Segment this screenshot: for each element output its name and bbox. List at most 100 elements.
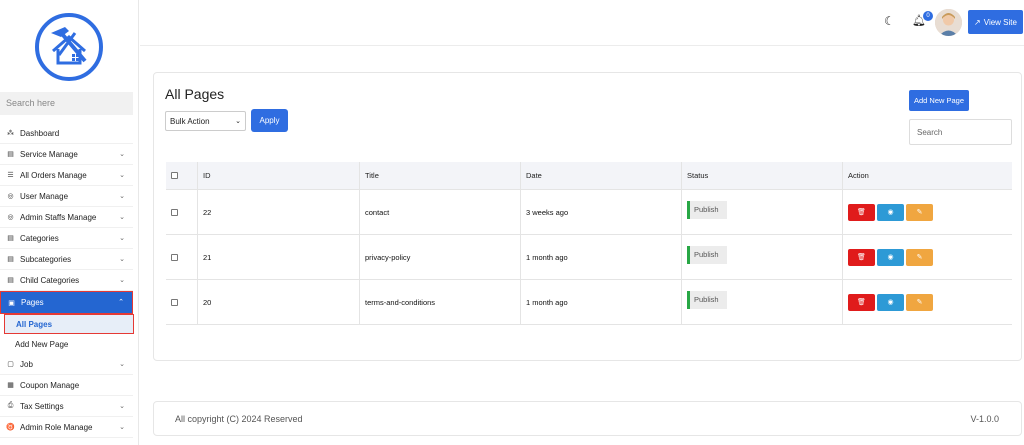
table-icon: ▤ [7,277,14,284]
dark-mode-toggle-icon[interactable]: ☾ [884,14,895,28]
eye-icon: ◉ [887,209,894,216]
row-checkbox[interactable] [171,208,178,216]
apply-button[interactable]: Apply [251,109,288,132]
pages-table: ID Title Date Status Action 22 contact 3… [166,162,1012,325]
sidebar-item-dashboard[interactable]: ⁂ Dashboard [0,123,133,144]
cell-actions: 🗑︎ ◉ ✎ [843,280,1012,324]
view-site-button[interactable]: ↗ View Site [968,10,1023,34]
sidebar-search-input[interactable]: Search here [0,92,133,115]
cell-id: 21 [198,235,360,279]
search-input[interactable]: Search [909,119,1012,145]
page-icon: ▣ [8,299,15,307]
view-site-label: View Site [983,17,1017,27]
cell-title: terms-and-conditions [360,280,521,324]
eye-icon: ◉ [887,254,894,261]
edit-button[interactable]: ✎ [906,248,933,266]
row-select-cell [166,190,198,234]
sidebar-item-label: Categories [20,233,59,243]
chevron-down-icon: ⌄ [119,361,125,368]
cell-date: 1 month ago [521,280,682,324]
chevron-down-icon: ⌄ [119,277,125,284]
cell-id: 22 [198,190,360,234]
bulk-action-value: Bulk Action [170,117,210,126]
sidebar-item-label: Admin Role Manage [20,422,93,432]
tax-icon: ⎙ [7,402,14,409]
sidebar-item-subcategories[interactable]: ▤ Subcategories ⌄ [0,249,133,270]
sidebar-item-job[interactable]: ▢ Job ⌄ [0,354,133,375]
status-badge: Publish [687,200,727,219]
delete-button[interactable]: 🗑︎ [848,248,875,266]
user-circle-icon: ◎ [7,214,14,221]
edit-button[interactable]: ✎ [906,293,933,311]
logo[interactable] [35,13,103,81]
sidebar-item-all-orders-manage[interactable]: ☰ All Orders Manage ⌄ [0,165,133,186]
sidebar-item-admin-role-manage[interactable]: ♉ Admin Role Manage ⌄ [0,417,133,438]
sidebar-item-coupon-manage[interactable]: ▦ Coupon Manage [0,375,133,396]
add-new-page-button[interactable]: Add New Page [909,90,969,111]
view-button[interactable]: ◉ [877,203,904,221]
all-pages-card: All Pages Bulk Action ⌄ Apply Add New Pa… [153,72,1022,361]
chevron-down-icon: ⌄ [119,214,125,221]
briefcase-icon: ▢ [7,361,14,368]
chevron-down-icon: ⌄ [119,403,125,410]
row-select-cell [166,235,198,279]
column-header-id: ID [198,162,360,189]
sidebar-item-label: Tax Settings [20,401,64,411]
select-all-checkbox[interactable] [171,172,178,179]
status-badge: Publish [687,245,727,264]
view-button[interactable]: ◉ [877,248,904,266]
sidebar-item-label: Coupon Manage [20,380,80,390]
avatar[interactable] [935,9,962,36]
delete-button[interactable]: 🗑︎ [848,293,875,311]
chevron-down-icon: ⌄ [119,235,125,242]
user-circle-icon: ◎ [7,193,14,200]
cell-status: Publish [682,190,843,234]
row-checkbox[interactable] [171,253,178,261]
sidebar-subitem-add-new-page[interactable]: Add New Page [0,334,133,354]
select-all-cell [166,162,198,189]
sidebar-nav: ⁂ Dashboard ▤ Service Manage ⌄ ☰ All Ord… [0,123,139,438]
chevron-down-icon: ⌄ [119,193,125,200]
table-header-row: ID Title Date Status Action [166,162,1012,190]
list-icon: ☰ [7,172,14,179]
sidebar-item-user-manage[interactable]: ◎ User Manage ⌄ [0,186,133,207]
status-badge: Publish [687,290,727,309]
column-header-date: Date [521,162,682,189]
sidebar-item-label: Service Manage [20,149,78,159]
cell-status: Publish [682,235,843,279]
role-icon: ♉ [6,424,15,431]
chevron-down-icon: ⌄ [119,172,125,179]
cell-title: contact [360,190,521,234]
column-header-title: Title [360,162,521,189]
edit-button[interactable]: ✎ [906,203,933,221]
column-header-action: Action [848,171,869,180]
cell-title: privacy-policy [360,235,521,279]
cell-actions: 🗑︎ ◉ ✎ [843,235,1012,279]
delete-button[interactable]: 🗑︎ [848,203,875,221]
table-icon: ▤ [7,151,14,158]
footer: All copyright (C) 2024 Reserved V-1.0.0 [153,401,1022,436]
sidebar-item-label: Pages [21,298,44,307]
chevron-down-icon: ⌄ [235,118,241,125]
sidebar: Search here ⁂ Dashboard ▤ Service Manage… [0,0,139,445]
sidebar-item-child-categories[interactable]: ▤ Child Categories ⌄ [0,270,133,291]
hammer-house-icon [51,27,87,65]
sidebar-item-pages[interactable]: ▣ Pages ⌃ [0,291,133,314]
sidebar-item-label: Job [20,359,33,369]
cell-status: Publish [682,280,843,324]
sidebar-item-tax-settings[interactable]: ⎙ Tax Settings ⌄ [0,396,133,417]
table-row: 22 contact 3 weeks ago Publish 🗑︎ ◉ ✎ [166,190,1012,235]
chevron-down-icon: ⌄ [119,424,125,431]
sidebar-subitem-all-pages[interactable]: All Pages [4,314,134,334]
sidebar-item-label: Dashboard [20,128,60,138]
version-text: V-1.0.0 [970,414,999,424]
external-link-icon: ↗ [974,17,981,27]
top-bar: ☾ 🔔︎ 0 ↗ View Site [140,0,1024,46]
view-button[interactable]: ◉ [877,293,904,311]
bulk-action-select[interactable]: Bulk Action ⌄ [165,111,246,131]
sidebar-item-categories[interactable]: ▤ Categories ⌄ [0,228,133,249]
sidebar-item-admin-staffs-manage[interactable]: ◎ Admin Staffs Manage ⌄ [0,207,133,228]
chevron-down-icon: ⌄ [119,151,125,158]
row-checkbox[interactable] [171,298,178,306]
sidebar-item-service-manage[interactable]: ▤ Service Manage ⌄ [0,144,133,165]
